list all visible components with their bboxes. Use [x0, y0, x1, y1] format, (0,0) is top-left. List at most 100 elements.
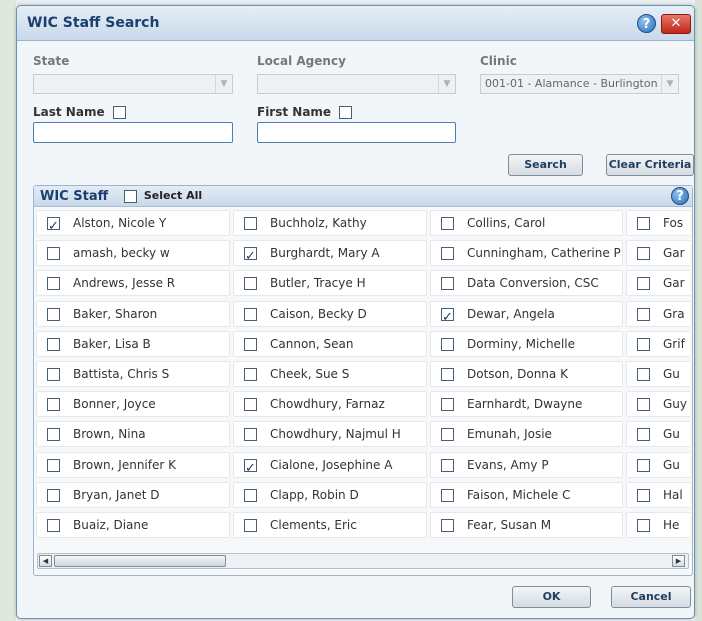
scrollbar-thumb[interactable] [54, 555, 226, 567]
staff-checkbox[interactable] [244, 277, 257, 290]
first-name-input[interactable] [257, 122, 456, 143]
staff-checkbox[interactable] [244, 398, 257, 411]
help-icon[interactable]: ? [637, 14, 656, 33]
staff-checkbox[interactable] [47, 428, 60, 441]
staff-checkbox[interactable] [244, 368, 257, 381]
staff-list-item[interactable]: Andrews, Jesse R [36, 270, 230, 296]
staff-checkbox[interactable] [47, 338, 60, 351]
first-name-checkbox[interactable] [339, 106, 353, 119]
staff-list-item[interactable]: Faison, Michele C [430, 482, 623, 508]
staff-checkbox[interactable] [441, 489, 454, 502]
staff-checkbox[interactable] [244, 338, 257, 351]
staff-list-item[interactable]: Buchholz, Kathy [233, 210, 427, 236]
staff-list-item[interactable]: Baker, Lisa B [36, 331, 230, 357]
staff-list-item[interactable]: Data Conversion, CSC [430, 270, 623, 296]
staff-checkbox[interactable] [47, 368, 60, 381]
staff-list-item[interactable]: Caison, Becky D [233, 301, 427, 327]
local-agency-dropdown[interactable]: ▼ [257, 74, 456, 94]
staff-list-item[interactable]: Burghardt, Mary A [233, 240, 427, 266]
staff-checkbox[interactable] [637, 217, 650, 230]
staff-checkbox[interactable] [441, 398, 454, 411]
cancel-button[interactable]: Cancel [611, 586, 691, 608]
staff-checkbox[interactable] [47, 519, 60, 532]
staff-list-item[interactable]: Chowdhury, Najmul H [233, 421, 427, 447]
staff-checkbox[interactable] [441, 459, 454, 472]
staff-checkbox[interactable] [47, 489, 60, 502]
staff-list-item[interactable]: Fear, Susan M [430, 512, 623, 538]
last-name-checkbox[interactable] [112, 106, 126, 119]
close-button[interactable]: ✕ [661, 14, 691, 34]
state-dropdown[interactable]: ▼ [33, 74, 233, 94]
staff-checkbox[interactable] [441, 277, 454, 290]
staff-list-item[interactable]: Evans, Amy P [430, 452, 623, 478]
scroll-right-button[interactable]: ▶ [672, 555, 685, 567]
staff-checkbox[interactable] [637, 489, 650, 502]
staff-list-item[interactable]: Earnhardt, Dwayne [430, 391, 623, 417]
staff-checkbox[interactable] [637, 338, 650, 351]
last-name-input[interactable] [33, 122, 233, 143]
staff-list-item[interactable]: Battista, Chris S [36, 361, 230, 387]
staff-list-item[interactable]: Fos [626, 210, 690, 236]
staff-list-item[interactable]: Gra [626, 301, 690, 327]
staff-checkbox[interactable] [47, 277, 60, 290]
staff-list-item[interactable]: Guy [626, 391, 690, 417]
scroll-left-button[interactable]: ◀ [39, 555, 52, 567]
staff-list-item[interactable]: Gu [626, 452, 690, 478]
help-icon[interactable]: ? [671, 187, 689, 205]
staff-list-item[interactable]: Cannon, Sean [233, 331, 427, 357]
staff-list-item[interactable]: Hal [626, 482, 690, 508]
staff-checkbox[interactable] [441, 428, 454, 441]
staff-list-item[interactable]: Alston, Nicole Y [36, 210, 230, 236]
staff-list-item[interactable]: He [626, 512, 690, 538]
staff-checkbox[interactable] [47, 459, 60, 472]
staff-list-item[interactable]: Dotson, Donna K [430, 361, 623, 387]
staff-checkbox[interactable] [441, 338, 454, 351]
clinic-dropdown[interactable]: 001-01 - Alamance - Burlington ▼ [480, 74, 679, 94]
staff-checkbox[interactable] [47, 398, 60, 411]
staff-checkbox[interactable] [244, 245, 257, 265]
staff-checkbox[interactable] [244, 308, 257, 321]
staff-checkbox[interactable] [441, 247, 454, 260]
staff-list-item[interactable]: Gar [626, 270, 690, 296]
staff-checkbox[interactable] [637, 308, 650, 321]
staff-list-item[interactable]: amash, becky w [36, 240, 230, 266]
staff-checkbox[interactable] [441, 217, 454, 230]
staff-list-item[interactable]: Brown, Jennifer K [36, 452, 230, 478]
staff-checkbox[interactable] [244, 489, 257, 502]
dialog-titlebar[interactable]: WIC Staff Search ? ✕ [17, 6, 694, 41]
staff-list-item[interactable]: Grif [626, 331, 690, 357]
select-all[interactable]: Select All [124, 189, 202, 203]
staff-checkbox[interactable] [637, 428, 650, 441]
staff-checkbox[interactable] [441, 306, 454, 326]
staff-checkbox[interactable] [47, 215, 60, 235]
staff-list-item[interactable]: Bonner, Joyce [36, 391, 230, 417]
staff-list-item[interactable]: Cialone, Josephine A [233, 452, 427, 478]
staff-list-item[interactable]: Bryan, Janet D [36, 482, 230, 508]
staff-list-item[interactable]: Clements, Eric [233, 512, 427, 538]
staff-checkbox[interactable] [441, 519, 454, 532]
staff-checkbox[interactable] [637, 368, 650, 381]
horizontal-scrollbar[interactable]: ◀ ▶ [37, 553, 689, 569]
ok-button[interactable]: OK [512, 586, 591, 608]
staff-checkbox[interactable] [244, 457, 257, 477]
staff-list-item[interactable]: Cunningham, Catherine P [430, 240, 623, 266]
staff-checkbox[interactable] [637, 247, 650, 260]
staff-list-item[interactable]: Butler, Tracye H [233, 270, 427, 296]
staff-checkbox[interactable] [637, 398, 650, 411]
staff-checkbox[interactable] [441, 368, 454, 381]
staff-list-item[interactable]: Baker, Sharon [36, 301, 230, 327]
staff-checkbox[interactable] [637, 459, 650, 472]
select-all-checkbox[interactable] [124, 189, 137, 203]
staff-list-item[interactable]: Buaiz, Diane [36, 512, 230, 538]
staff-list-item[interactable]: Cheek, Sue S [233, 361, 427, 387]
staff-list-item[interactable]: Clapp, Robin D [233, 482, 427, 508]
staff-list-item[interactable]: Collins, Carol [430, 210, 623, 236]
staff-checkbox[interactable] [47, 247, 60, 260]
staff-checkbox[interactable] [637, 277, 650, 290]
staff-list-item[interactable]: Gar [626, 240, 690, 266]
staff-checkbox[interactable] [244, 217, 257, 230]
staff-list-item[interactable]: Emunah, Josie [430, 421, 623, 447]
staff-list-item[interactable]: Dorminy, Michelle [430, 331, 623, 357]
search-button[interactable]: Search [508, 154, 583, 176]
staff-list-item[interactable]: Gu [626, 361, 690, 387]
